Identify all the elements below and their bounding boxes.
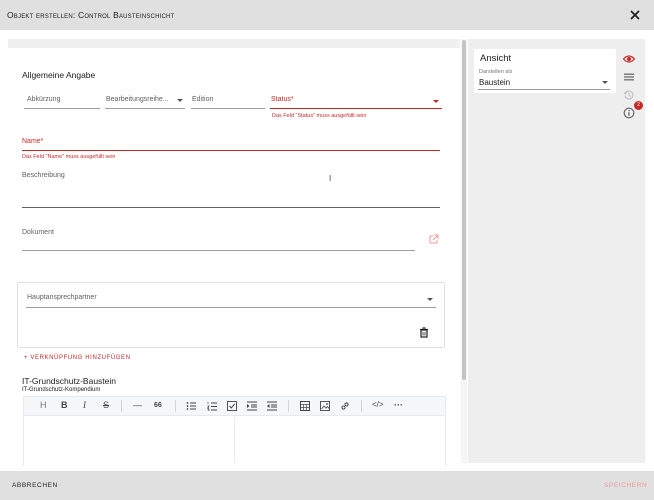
indent-icon[interactable] bbox=[247, 401, 257, 411]
grundschutz-subtitle: IT-Grundschutz-Kompendium bbox=[22, 387, 101, 393]
toolbar-divider bbox=[175, 400, 176, 412]
code-button[interactable]: </> bbox=[372, 400, 384, 409]
numbered-list-icon[interactable] bbox=[207, 401, 217, 411]
dialog-footer bbox=[0, 471, 654, 500]
display-as-select[interactable]: Baustein bbox=[479, 78, 510, 87]
toolbar-divider bbox=[361, 400, 362, 412]
outdent-icon[interactable] bbox=[267, 401, 277, 411]
bearbeitungsreihe-chevron-down-icon[interactable] bbox=[177, 99, 183, 102]
dokument-field-label: Dokument bbox=[22, 229, 54, 236]
dialog-titlebar: Objekt erstellen: Control Bausteinschich… bbox=[0, 0, 654, 30]
bullet-list-icon[interactable] bbox=[186, 401, 196, 411]
beschreibung-field-label: Beschreibung bbox=[22, 172, 65, 179]
list-view-icon[interactable] bbox=[623, 71, 635, 83]
delete-icon[interactable] bbox=[419, 327, 429, 338]
side-panel bbox=[468, 39, 645, 463]
dialog-title: Objekt erstellen: Control Bausteinschich… bbox=[7, 10, 175, 20]
italic-button[interactable]: I bbox=[83, 400, 86, 410]
abkuerzung-input[interactable] bbox=[24, 108, 100, 109]
editor-preview-divider bbox=[234, 417, 235, 463]
info-count-badge: 2 bbox=[634, 101, 643, 110]
hauptansprechpartner-field-label: Hauptansprechpartner bbox=[27, 294, 97, 301]
bearbeitungsreihe-select[interactable] bbox=[105, 108, 185, 109]
save-button[interactable]: SPEICHERN bbox=[604, 482, 647, 489]
name-field-label: Name* bbox=[22, 138, 44, 145]
blockquote-button[interactable]: 66 bbox=[154, 402, 162, 409]
toolbar-divider bbox=[288, 400, 289, 412]
toolbar-divider bbox=[121, 400, 122, 412]
edition-input[interactable] bbox=[191, 108, 265, 109]
display-as-chevron-down-icon[interactable] bbox=[602, 81, 608, 84]
close-icon[interactable] bbox=[628, 8, 642, 22]
status-field-label: Status* bbox=[271, 96, 294, 103]
table-icon[interactable] bbox=[300, 401, 310, 411]
add-link-button[interactable]: + VERKNÜPFUNG HINZUFÜGEN bbox=[24, 355, 131, 361]
section-title: Allgemeine Angabe bbox=[22, 70, 96, 80]
link-icon[interactable] bbox=[340, 401, 350, 411]
checklist-icon[interactable] bbox=[227, 401, 237, 411]
contact-person-card bbox=[17, 282, 445, 348]
abkuerzung-field-label: Abkürzung bbox=[27, 96, 61, 103]
info-icon[interactable] bbox=[623, 107, 635, 119]
grundschutz-title: IT-Grundschutz-Baustein bbox=[22, 376, 117, 386]
bold-button[interactable]: B bbox=[61, 400, 68, 410]
eye-icon[interactable] bbox=[623, 53, 635, 65]
name-input[interactable] bbox=[22, 150, 440, 151]
more-options-button[interactable]: ··· bbox=[394, 400, 403, 410]
edition-field-label: Edition bbox=[192, 96, 214, 103]
beschreibung-textarea[interactable] bbox=[22, 207, 440, 208]
form-scrollbar-thumb[interactable] bbox=[462, 40, 466, 380]
bearbeitungsreihe-field-label: Bearbeitungsreihe... bbox=[106, 96, 169, 103]
horizontal-rule-button[interactable]: — bbox=[133, 400, 142, 410]
image-icon[interactable] bbox=[320, 401, 330, 411]
display-as-underline bbox=[478, 89, 610, 90]
text-cursor-icon: I bbox=[329, 174, 332, 183]
name-error-text: Das Feld "Name" muss ausgefüllt sein bbox=[22, 154, 116, 160]
hauptansprechpartner-chevron-down-icon[interactable] bbox=[427, 298, 433, 301]
open-external-icon[interactable] bbox=[429, 234, 439, 244]
cancel-button[interactable]: ABBRECHEN bbox=[12, 482, 58, 489]
strikethrough-button[interactable]: S bbox=[103, 400, 109, 410]
heading-button[interactable]: H bbox=[40, 400, 47, 410]
hauptansprechpartner-select[interactable] bbox=[26, 307, 436, 308]
status-error-text: Das Feld "Status" muss ausgefüllt sein bbox=[272, 113, 367, 119]
view-settings-title: Ansicht bbox=[480, 53, 512, 64]
dokument-input[interactable] bbox=[22, 250, 415, 251]
status-chevron-down-icon[interactable] bbox=[433, 100, 439, 103]
form-panel-header-strip bbox=[8, 39, 460, 48]
history-icon[interactable] bbox=[623, 89, 635, 101]
display-as-label: Darstellen als bbox=[479, 69, 513, 75]
status-select[interactable] bbox=[270, 108, 442, 109]
